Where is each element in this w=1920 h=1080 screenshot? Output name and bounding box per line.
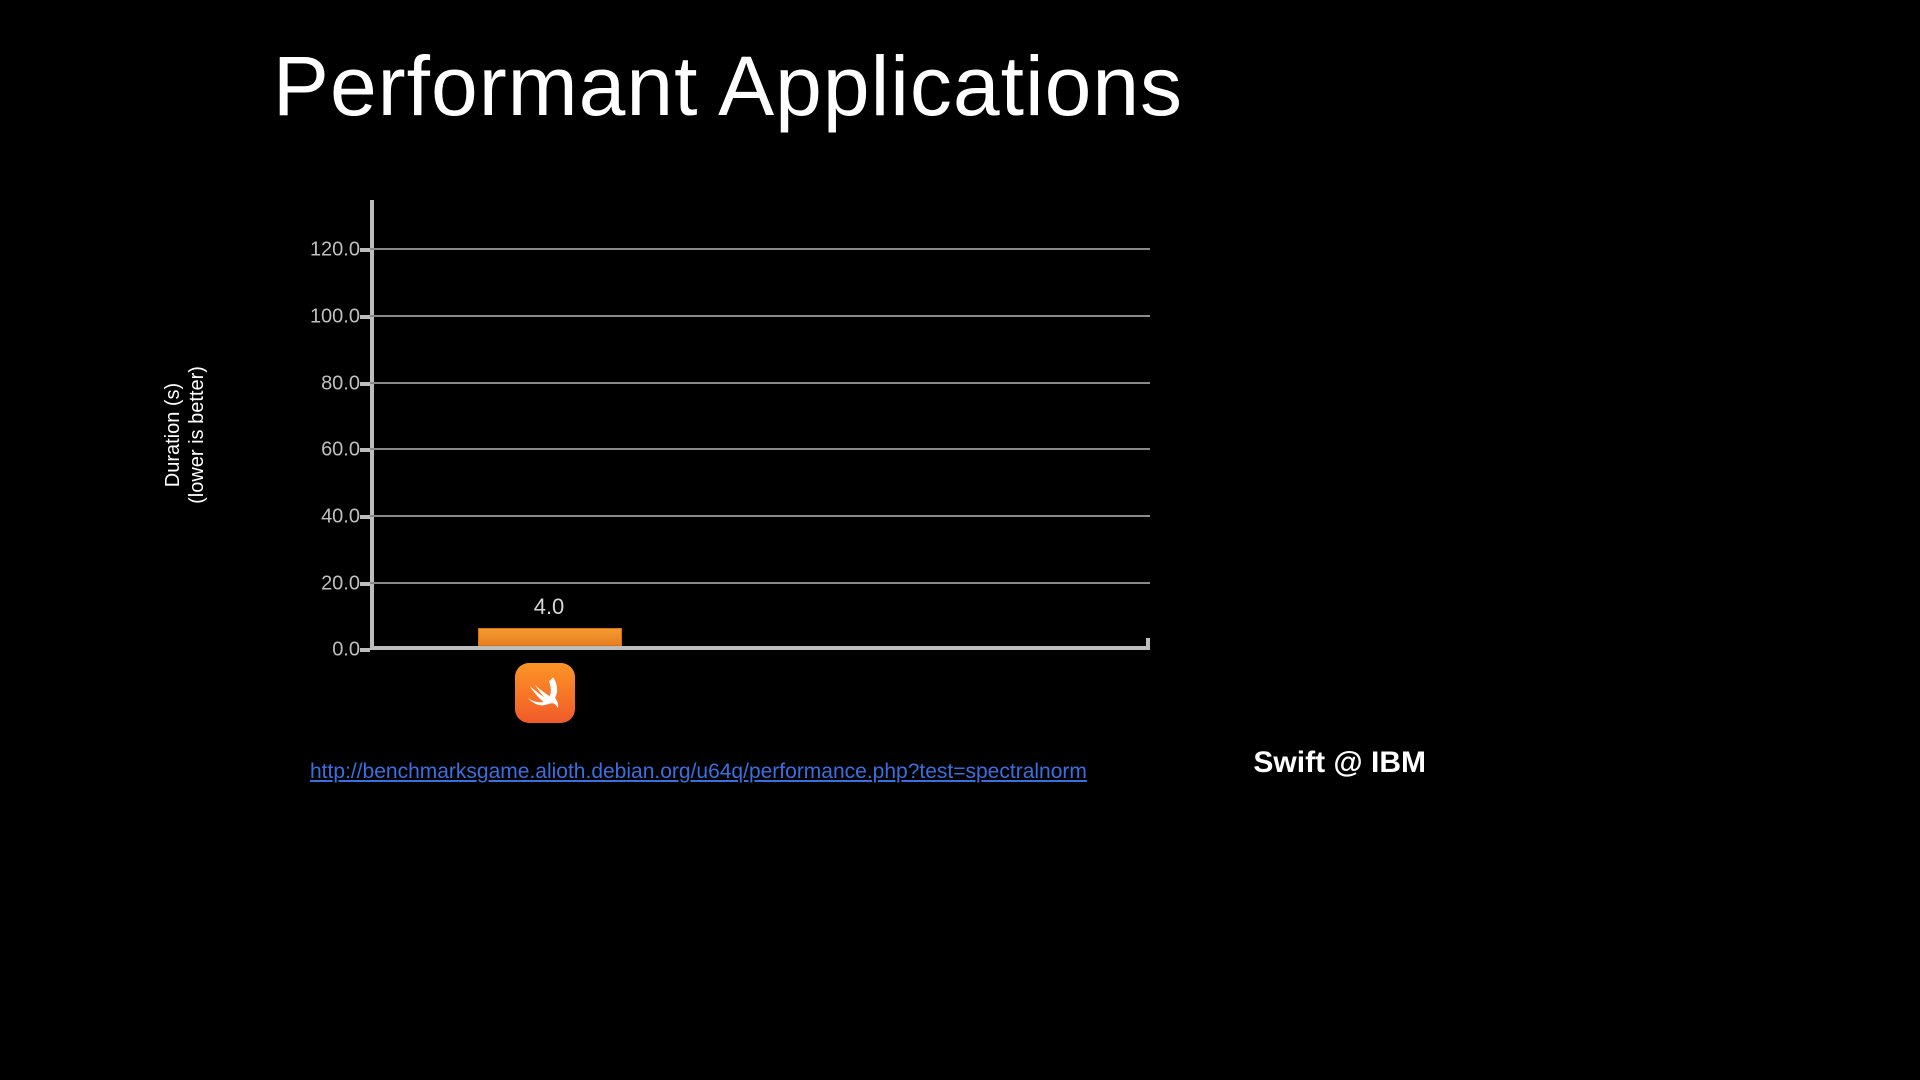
gridline-120 bbox=[370, 248, 1150, 250]
swift-bird-glyph bbox=[524, 672, 566, 714]
tick-0 bbox=[360, 648, 370, 652]
tick-label-20: 20.0 bbox=[290, 573, 360, 596]
brand-label: Swift @ IBM bbox=[1253, 746, 1426, 780]
gridline-100 bbox=[370, 315, 1150, 317]
tick-label-100: 100.0 bbox=[290, 306, 360, 329]
tick-label-120: 120.0 bbox=[290, 239, 360, 262]
tick-40 bbox=[360, 515, 370, 519]
chart-plot-area: 120.0 100.0 80.0 60.0 40.0 20.0 0.0 4.0 bbox=[370, 200, 1150, 650]
bar-label-swift: 4.0 bbox=[534, 594, 565, 620]
tick-60 bbox=[360, 448, 370, 452]
slide: Performant Applications Duration (s) (lo… bbox=[0, 0, 1456, 816]
bar-swift bbox=[478, 628, 622, 646]
tick-80 bbox=[360, 382, 370, 386]
gridline-80 bbox=[370, 382, 1150, 384]
gridline-20 bbox=[370, 582, 1150, 584]
tick-120 bbox=[360, 248, 370, 252]
page-title: Performant Applications bbox=[0, 38, 1456, 135]
y-axis-label-line2: (lower is better) bbox=[186, 366, 208, 504]
tick-20 bbox=[360, 582, 370, 586]
tick-label-0: 0.0 bbox=[290, 639, 360, 662]
y-axis-label-line1: Duration (s) bbox=[162, 383, 184, 487]
tick-label-60: 60.0 bbox=[290, 439, 360, 462]
y-axis-label: Duration (s) (lower is better) bbox=[161, 366, 209, 504]
tick-100 bbox=[360, 315, 370, 319]
x-axis bbox=[370, 646, 1150, 650]
tick-label-80: 80.0 bbox=[290, 373, 360, 396]
swift-icon bbox=[515, 663, 575, 723]
source-link[interactable]: http://benchmarksgame.alioth.debian.org/… bbox=[310, 760, 1087, 784]
tick-label-40: 40.0 bbox=[290, 506, 360, 529]
gridline-40 bbox=[370, 515, 1150, 517]
x-axis-end-tick bbox=[1146, 638, 1150, 650]
gridline-60 bbox=[370, 448, 1150, 450]
